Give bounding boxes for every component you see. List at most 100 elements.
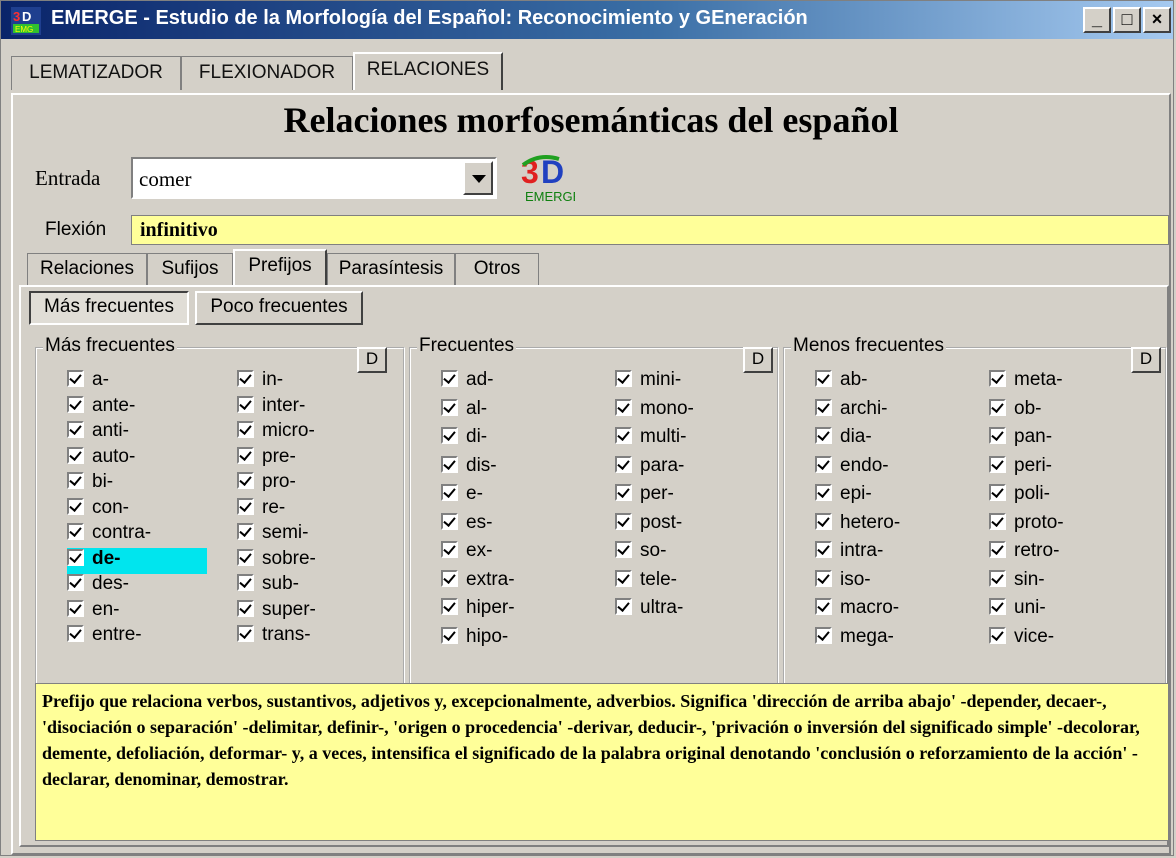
checkbox-checked-icon[interactable] (989, 370, 1006, 387)
prefix-checkbox[interactable]: pan- (989, 426, 1052, 452)
prefix-checkbox[interactable]: post- (615, 512, 682, 538)
checkbox-checked-icon[interactable] (615, 370, 632, 387)
tab-relaciones[interactable]: RELACIONES (353, 52, 503, 90)
checkbox-checked-icon[interactable] (989, 541, 1006, 558)
checkbox-checked-icon[interactable] (989, 626, 1006, 644)
prefix-checkbox[interactable]: para- (615, 455, 684, 481)
prefix-checkbox[interactable]: epi- (815, 483, 872, 509)
prefix-checkbox[interactable]: contra- (67, 522, 151, 548)
prefix-checkbox[interactable]: ob- (989, 398, 1041, 424)
checkbox-checked-icon[interactable] (615, 512, 632, 530)
checkbox-checked-icon[interactable] (237, 395, 254, 413)
prefix-checkbox[interactable]: pre- (237, 446, 296, 472)
checkbox-checked-icon[interactable] (615, 569, 632, 587)
checkbox-checked-icon[interactable] (815, 370, 832, 387)
checkbox-checked-icon[interactable] (615, 398, 632, 416)
checkbox-checked-icon[interactable] (441, 598, 458, 615)
checkbox-checked-icon[interactable] (441, 455, 458, 473)
tab-lematizador[interactable]: LEMATIZADOR (11, 56, 181, 90)
prefix-checkbox[interactable]: hiper- (441, 597, 515, 623)
mas-frecuentes-button[interactable]: Más frecuentes (29, 291, 189, 325)
checkbox-checked-icon[interactable] (989, 484, 1006, 501)
checkbox-checked-icon[interactable] (67, 446, 84, 464)
prefix-checkbox[interactable]: hetero- (815, 512, 900, 538)
checkbox-checked-icon[interactable] (67, 625, 84, 642)
checkbox-checked-icon[interactable] (989, 598, 1006, 615)
tab-flexionador[interactable]: FLEXIONADOR (181, 56, 353, 90)
checkbox-checked-icon[interactable] (989, 512, 1006, 530)
title-bar[interactable]: 3 D EMG EMERGE - Estudio de la Morfologí… (1, 1, 1173, 39)
checkbox-checked-icon[interactable] (815, 598, 832, 615)
checkbox-checked-icon[interactable] (615, 541, 632, 558)
checkbox-checked-icon[interactable] (67, 497, 84, 515)
prefix-checkbox[interactable]: re- (237, 497, 285, 523)
tab-parasintesis[interactable]: Parasíntesis (327, 253, 455, 285)
prefix-checkbox[interactable]: hipo- (441, 626, 508, 652)
checkbox-checked-icon[interactable] (441, 427, 458, 444)
prefix-checkbox[interactable]: sin- (989, 569, 1045, 595)
prefix-checkbox[interactable]: ad- (441, 369, 493, 395)
checkbox-checked-icon[interactable] (237, 548, 254, 566)
deselect-button[interactable]: D (357, 347, 387, 373)
prefix-checkbox[interactable]: uni- (989, 597, 1046, 623)
prefix-checkbox[interactable]: per- (615, 483, 674, 509)
prefix-checkbox[interactable]: dis- (441, 455, 497, 481)
deselect-button[interactable]: D (743, 347, 773, 373)
prefix-checkbox[interactable]: ab- (815, 369, 867, 395)
prefix-checkbox[interactable]: di- (441, 426, 487, 452)
prefix-checkbox[interactable]: meta- (989, 369, 1063, 395)
checkbox-checked-icon[interactable] (237, 523, 254, 540)
close-button[interactable]: × (1143, 7, 1171, 33)
prefix-checkbox[interactable]: anti- (67, 420, 129, 446)
checkbox-checked-icon[interactable] (989, 569, 1006, 587)
prefix-checkbox[interactable]: e- (441, 483, 483, 509)
prefix-checkbox[interactable]: es- (441, 512, 492, 538)
checkbox-checked-icon[interactable] (67, 421, 84, 438)
checkbox-checked-icon[interactable] (67, 472, 84, 489)
prefix-checkbox[interactable]: ante- (67, 395, 135, 421)
maximize-button[interactable]: □ (1113, 7, 1141, 33)
tab-otros[interactable]: Otros (455, 253, 539, 285)
poco-frecuentes-button[interactable]: Poco frecuentes (195, 291, 363, 325)
checkbox-checked-icon[interactable] (815, 512, 832, 530)
checkbox-checked-icon[interactable] (237, 574, 254, 591)
prefix-checkbox[interactable]: intra- (815, 540, 883, 566)
checkbox-checked-icon[interactable] (615, 598, 632, 615)
checkbox-checked-icon[interactable] (67, 395, 84, 413)
checkbox-checked-icon[interactable] (237, 497, 254, 515)
prefix-checkbox[interactable]: archi- (815, 398, 888, 424)
checkbox-checked-icon[interactable] (615, 427, 632, 444)
minimize-button[interactable]: _ (1083, 7, 1111, 33)
prefix-checkbox[interactable]: al- (441, 398, 487, 424)
entrada-value[interactable]: comer (139, 167, 191, 192)
prefix-checkbox[interactable]: auto- (67, 446, 135, 472)
checkbox-checked-icon[interactable] (67, 574, 84, 591)
checkbox-checked-icon[interactable] (67, 599, 84, 617)
checkbox-checked-icon[interactable] (441, 398, 458, 416)
prefix-checkbox[interactable]: mini- (615, 369, 681, 395)
entrada-combobox[interactable]: comer (131, 157, 497, 199)
prefix-checkbox[interactable]: ex- (441, 540, 492, 566)
prefix-checkbox[interactable]: pro- (237, 471, 296, 497)
checkbox-checked-icon[interactable] (989, 455, 1006, 473)
checkbox-checked-icon[interactable] (441, 484, 458, 501)
prefix-checkbox[interactable]: sobre- (237, 548, 316, 574)
deselect-button[interactable]: D (1131, 347, 1161, 373)
prefix-checkbox[interactable]: poli- (989, 483, 1050, 509)
checkbox-checked-icon[interactable] (67, 548, 84, 566)
prefix-checkbox[interactable]: proto- (989, 512, 1064, 538)
prefix-checkbox[interactable]: bi- (67, 471, 113, 497)
checkbox-checked-icon[interactable] (989, 398, 1006, 416)
prefix-checkbox[interactable]: en- (67, 599, 119, 625)
entrada-dropdown-button[interactable] (463, 161, 493, 195)
checkbox-checked-icon[interactable] (441, 512, 458, 530)
prefix-checkbox[interactable]: semi- (237, 522, 308, 548)
tab-relaciones-sub[interactable]: Relaciones (27, 253, 147, 285)
prefix-checkbox[interactable]: de- (67, 547, 207, 574)
checkbox-checked-icon[interactable] (815, 398, 832, 416)
prefix-checkbox[interactable]: super- (237, 599, 316, 625)
prefix-checkbox[interactable]: peri- (989, 455, 1052, 481)
checkbox-checked-icon[interactable] (237, 599, 254, 617)
prefix-checkbox[interactable]: so- (615, 540, 666, 566)
checkbox-checked-icon[interactable] (237, 446, 254, 464)
